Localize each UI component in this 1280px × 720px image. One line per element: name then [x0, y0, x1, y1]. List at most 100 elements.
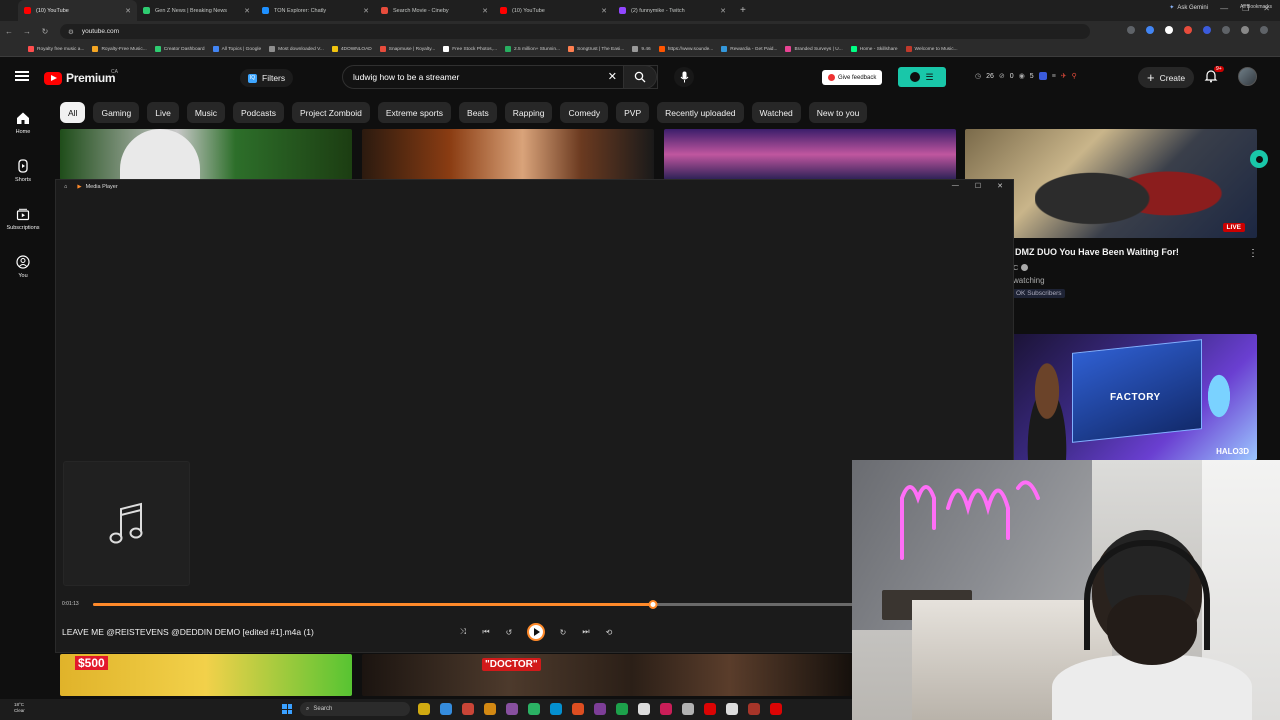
bookmark-item[interactable]: Snapmuse | Royalty... — [379, 46, 435, 52]
repeat-icon[interactable]: ⟲ — [604, 627, 614, 637]
bookmark-item[interactable]: 4DOWNLOAD — [331, 46, 372, 52]
filter-chip[interactable]: Rapping — [504, 102, 553, 123]
filter-chip[interactable]: Project Zomboid — [291, 102, 370, 123]
filter-chip[interactable]: Gaming — [93, 102, 140, 123]
profile-icon[interactable] — [1241, 26, 1249, 34]
bookmark-item[interactable]: Branded Surveys | U... — [785, 46, 843, 52]
taskbar-app-icon[interactable] — [616, 703, 628, 715]
bookmark-item[interactable]: Royalty free music a... — [28, 46, 84, 52]
browser-tab[interactable]: Gen Z News | Breaking News ✕ — [137, 0, 256, 21]
youtube-logo[interactable]: Premium — [44, 71, 116, 85]
video-thumbnail[interactable]: $500 — [60, 654, 352, 696]
video-thumbnail[interactable]: "DOCTOR" — [362, 654, 852, 696]
bookmark-item[interactable]: 2.5 million+ Stunnin... — [505, 46, 560, 52]
bookmark-item[interactable]: Welcome to Music... — [905, 46, 958, 52]
taskbar-app-icon[interactable] — [528, 703, 540, 715]
address-bar[interactable]: ⚙ youtube.com — [60, 24, 1090, 39]
video-thumbnail[interactable] — [664, 129, 956, 180]
bookmark-item[interactable]: Rewardia - Get Paid... — [721, 46, 777, 52]
taskbar-app-icon[interactable] — [418, 703, 430, 715]
ad-thumbnail[interactable]: FACTORY HALO3D — [1012, 334, 1257, 460]
rocket-icon[interactable]: ✈ — [1061, 72, 1067, 80]
taskbar-app-icon[interactable] — [770, 703, 782, 715]
browser-tab[interactable]: Search Movie - Cineby ✕ — [375, 0, 494, 21]
taskbar-app-icon[interactable] — [594, 703, 606, 715]
bookmark-item[interactable]: 9.46 — [632, 46, 651, 52]
filter-chip[interactable]: Beats — [459, 102, 497, 123]
video-thumbnail[interactable] — [60, 129, 352, 180]
bookmark-item[interactable]: Songtrust | The Easi... — [568, 46, 624, 52]
puzzle-icon[interactable] — [1222, 26, 1230, 34]
bookmark-item[interactable]: https://www.sounde... — [658, 46, 713, 52]
play-button[interactable] — [527, 623, 545, 641]
close-window-icon[interactable]: ✕ — [997, 182, 1003, 190]
bookmark-item[interactable]: Home - Skillshare — [850, 46, 898, 52]
search-button[interactable] — [623, 65, 657, 89]
menu-dots-icon[interactable] — [1260, 26, 1268, 34]
close-tab-icon[interactable]: ✕ — [482, 7, 488, 15]
create-button[interactable]: + Create — [1138, 67, 1195, 88]
filter-chip[interactable]: Watched — [751, 102, 801, 123]
bookmark-item[interactable]: Most downloaded V... — [269, 46, 324, 52]
ask-gemini-button[interactable]: ✦ Ask Gemini — [1169, 4, 1208, 12]
voice-search-button[interactable] — [674, 67, 694, 87]
give-feedback-button[interactable]: Give feedback — [822, 70, 883, 85]
filter-chip[interactable]: Live — [147, 102, 179, 123]
taskbar-app-icon[interactable] — [462, 703, 474, 715]
clear-search-icon[interactable]: ✕ — [608, 70, 617, 83]
extension-menu-button[interactable]: ☰ — [898, 67, 946, 87]
filter-chip[interactable]: Recently uploaded — [657, 102, 744, 123]
new-tab-button[interactable]: + — [740, 5, 746, 16]
previous-track-icon[interactable]: ⏮ — [481, 627, 491, 637]
fast-forward-icon[interactable]: ↻ — [558, 627, 568, 637]
browser-tab[interactable]: (2) funnymike - Twitch ✕ — [613, 0, 732, 21]
rewind-icon[interactable]: ↺ — [504, 627, 514, 637]
menu-lines-icon[interactable]: ≡ — [1052, 73, 1056, 80]
next-track-icon[interactable]: ⏭ — [581, 627, 591, 637]
browser-tab[interactable]: TON Explorer: Chatly ✕ — [256, 0, 375, 21]
site-info-icon[interactable]: ⚙ — [68, 28, 74, 36]
maximize-icon[interactable]: ☐ — [975, 182, 981, 190]
video-title[interactable]: DMZ DUO You Have Been Waiting For! — [1015, 247, 1179, 257]
close-tab-icon[interactable]: ✕ — [720, 7, 726, 15]
filter-chip[interactable]: New to you — [808, 102, 868, 123]
taskbar-app-icon[interactable] — [704, 703, 716, 715]
taskbar-app-icon[interactable] — [440, 703, 452, 715]
extension-icon[interactable] — [1203, 26, 1211, 34]
rail-item-shorts[interactable]: Shorts — [0, 147, 46, 195]
pin-icon[interactable]: ⚲ — [1072, 72, 1077, 80]
home-icon[interactable]: ⌂ — [64, 184, 67, 190]
filter-chip[interactable]: PVP — [616, 102, 650, 123]
rail-item-you[interactable]: You — [0, 243, 46, 291]
menu-icon[interactable] — [15, 71, 29, 81]
minimize-icon[interactable]: — — [952, 182, 959, 190]
browser-tab[interactable]: (10) YouTube ✕ — [494, 0, 613, 21]
bookmark-item[interactable]: Free Stock Photos,... — [443, 46, 497, 52]
filter-chip[interactable]: All — [60, 102, 86, 123]
filter-chip[interactable]: Comedy — [560, 102, 609, 123]
taskbar-app-icon[interactable] — [660, 703, 672, 715]
extension-icon[interactable] — [1146, 26, 1154, 34]
back-icon[interactable]: ← — [0, 27, 18, 36]
search-input[interactable] — [353, 72, 603, 82]
taskbar-app-icon[interactable] — [506, 703, 518, 715]
reload-icon[interactable]: ↻ — [36, 27, 54, 36]
taskbar-app-icon[interactable] — [550, 703, 562, 715]
taskbar-app-icon[interactable] — [682, 703, 694, 715]
video-thumbnail[interactable] — [362, 129, 654, 180]
browser-tab[interactable]: (10) YouTube ✕ — [18, 0, 137, 21]
rail-item-subscriptions[interactable]: Subscriptions — [0, 195, 46, 243]
filters-button[interactable]: IQ Filters — [240, 69, 294, 87]
account-avatar[interactable] — [1238, 67, 1257, 86]
channel-name[interactable]: C — [1013, 263, 1029, 272]
forward-icon[interactable]: → — [18, 27, 36, 36]
close-tab-icon[interactable]: ✕ — [125, 7, 131, 15]
taskbar-app-icon[interactable] — [748, 703, 760, 715]
taskbar-app-icon[interactable] — [572, 703, 584, 715]
seek-thumb[interactable] — [648, 600, 658, 609]
minimize-icon[interactable]: — — [1220, 4, 1228, 13]
more-options-icon[interactable]: ⋮ — [1248, 248, 1258, 259]
bookmark-star-icon[interactable] — [1165, 26, 1173, 34]
windows-start-icon[interactable] — [282, 704, 292, 714]
close-tab-icon[interactable]: ✕ — [601, 7, 607, 15]
